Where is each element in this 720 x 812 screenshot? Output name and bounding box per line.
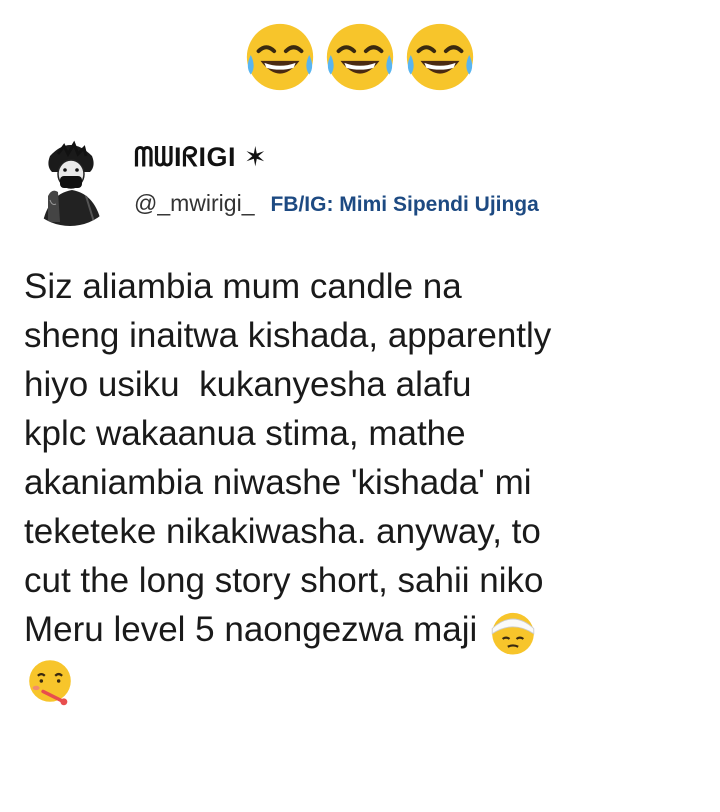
- post-trailing-emoji-row: [24, 654, 706, 710]
- post-line: cut the long story short, sahii niko: [24, 561, 544, 600]
- post-header: ᗰᗯIᖇIGI ✶ @_mwirigi_ FB/IG: Mimi Sipendi…: [14, 122, 704, 228]
- post-line: Siz aliambia mum candle na: [24, 267, 462, 306]
- tears-of-joy-icon: [406, 23, 474, 91]
- avatar-portrait-icon: [20, 126, 120, 226]
- post-body: Siz aliambia mum candle na sheng inaitwa…: [24, 262, 706, 710]
- tears-of-joy-icon: [246, 23, 314, 91]
- page-tag: FB/IG: Mimi Sipendi Ujinga: [270, 193, 539, 216]
- username-handle[interactable]: @_mwirigi_: [134, 190, 254, 217]
- avatar[interactable]: [20, 126, 120, 226]
- post-line: hiyo usiku kukanyesha alafu: [24, 365, 472, 404]
- post-line: teketeke nikakiwasha. anyway, to: [24, 512, 541, 551]
- post-line-with-emoji: Meru level 5 naongezwa maji: [24, 605, 706, 655]
- post-line: kplc wakaanua stima, mathe: [24, 414, 466, 453]
- thermometer-face-icon: [29, 659, 71, 706]
- post-line: Meru level 5 naongezwa maji: [24, 610, 478, 649]
- tears-of-joy-icon: [326, 23, 394, 91]
- top-emoji-row: [0, 18, 720, 96]
- post-line: akaniambia niwashe 'kishada' mi: [24, 463, 532, 502]
- post-line: sheng inaitwa kishada, apparently: [24, 316, 552, 355]
- head-bandage-icon: [491, 612, 535, 655]
- profile-meta: @_mwirigi_ FB/IG: Mimi Sipendi Ujinga: [134, 190, 539, 217]
- display-name[interactable]: ᗰᗯIᖇIGI ✶: [134, 142, 267, 174]
